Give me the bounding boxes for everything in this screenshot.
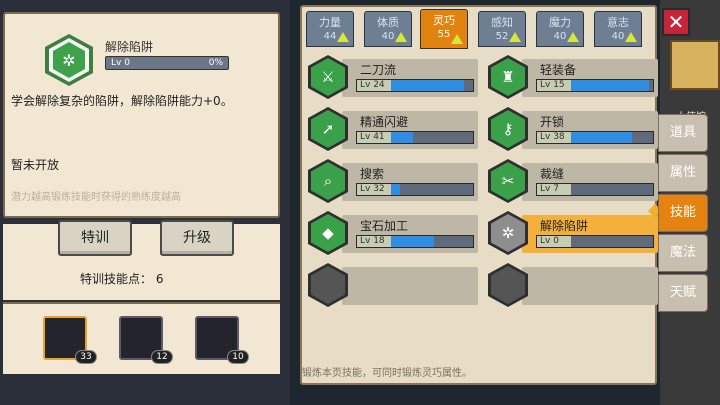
action-area	[3, 224, 280, 300]
skill-item-empty	[488, 263, 658, 307]
skill-progress: Lv 24	[356, 79, 474, 92]
skill-item[interactable]: ⌕ 搜索 Lv 32	[308, 159, 478, 203]
skill-list-panel: 力量 44 体质 40 灵巧 55 感知 52 魔力 40 意志 40 ⚔ 二刀…	[300, 5, 658, 385]
skill-progress: Lv 41	[356, 131, 474, 144]
skill-level: Lv 24	[357, 80, 391, 91]
skill-progress: Lv 0	[536, 235, 654, 248]
skill-name: 裁缝	[540, 167, 565, 181]
skill-name: 开锁	[540, 115, 565, 129]
tab-label: 感知	[491, 16, 513, 29]
upgrade-arrow-icon	[451, 34, 463, 44]
skill-detail-description: 学会解除复杂的陷阱，解除陷阱能力+0。	[11, 94, 233, 108]
skill-detail-name: 解除陷阱	[105, 40, 154, 54]
tab-perception[interactable]: 感知 52	[478, 11, 526, 47]
trap-icon: ✲	[45, 34, 93, 86]
skill-name: 解除陷阱	[540, 219, 589, 233]
skill-level: Lv 7	[537, 184, 571, 195]
skill-level: Lv 41	[357, 132, 391, 143]
skill-item[interactable]: ♜ 轻装备 Lv 15	[488, 55, 658, 99]
skill-item[interactable]: ◆ 宝石加工 Lv 18	[308, 211, 478, 255]
skill-level: Lv 32	[357, 184, 391, 195]
skill-item[interactable]: ✂ 裁缝 Lv 7	[488, 159, 658, 203]
skill-detail-progress: Lv 0 0%	[105, 56, 229, 70]
tab-label: 力量	[319, 16, 341, 29]
tab-label: 灵巧	[433, 14, 455, 27]
skill-level: Lv 38	[537, 132, 571, 143]
close-button[interactable]: ✕	[662, 8, 690, 36]
tab-strength[interactable]: 力量 44	[306, 11, 354, 47]
upgrade-arrow-icon	[395, 32, 407, 42]
skill-name: 轻装备	[540, 63, 577, 77]
skill-item[interactable]: ➚ 精通闪避 Lv 41	[308, 107, 478, 151]
skill-progress: Lv 18	[356, 235, 474, 248]
skill-name: 精通闪避	[360, 115, 409, 129]
character-portrait[interactable]: 12	[119, 316, 173, 364]
upgrade-arrow-icon	[509, 32, 521, 42]
skill-name: 二刀流	[360, 63, 397, 77]
side-tab-skills[interactable]: 技能	[658, 194, 708, 232]
footer-tip: 锻炼本页技能，可同时锻炼灵巧属性。	[302, 368, 472, 379]
skill-item[interactable]: ✲ 解除陷阱 Lv 0	[488, 211, 658, 255]
skill-level: Lv 0	[537, 236, 571, 247]
tab-dexterity[interactable]: 灵巧 55	[420, 9, 468, 49]
upgrade-arrow-icon	[625, 32, 637, 42]
side-tab-magic[interactable]: 魔法	[658, 234, 708, 272]
skill-name: 宝石加工	[360, 219, 409, 233]
upgrade-arrow-icon	[567, 32, 579, 42]
upgrade-arrow-icon	[337, 32, 349, 42]
skill-level: Lv 15	[537, 80, 571, 91]
tab-magic[interactable]: 魔力 40	[536, 11, 584, 47]
character-level-badge: 12	[151, 350, 173, 364]
upgrade-button[interactable]: 升级	[160, 220, 234, 256]
skill-detail-status: 暂未开放	[11, 158, 60, 172]
skill-item-empty	[308, 263, 478, 307]
skill-detail-hint: 潜力越高锻炼技能时获得的熟练度越高	[11, 192, 181, 203]
train-button[interactable]: 特训	[58, 220, 132, 256]
character-portrait[interactable]: 10	[195, 316, 249, 364]
skill-progress: Lv 38	[536, 131, 654, 144]
character-portrait[interactable]: 33	[43, 316, 97, 364]
character-level-badge: 10	[227, 350, 249, 364]
side-tab-items[interactable]: 道具	[658, 114, 708, 152]
skill-detail-percent: 0%	[208, 58, 223, 68]
side-tab-talents[interactable]: 天赋	[658, 274, 708, 312]
tab-label: 体质	[377, 16, 399, 29]
character-selector: 33 12 10	[3, 302, 280, 374]
skill-detail-level: Lv 0	[111, 58, 130, 68]
skill-progress: Lv 32	[356, 183, 474, 196]
training-points-label: 特训技能点： 6	[80, 272, 164, 286]
skill-name: 搜索	[360, 167, 385, 181]
tab-label: 意志	[607, 16, 629, 29]
skill-progress: Lv 7	[536, 183, 654, 196]
skill-item[interactable]: ⚷ 开锁 Lv 38	[488, 107, 658, 151]
minimap[interactable]	[670, 40, 720, 90]
side-tab-attributes[interactable]: 属性	[658, 154, 708, 192]
tab-constitution[interactable]: 体质 40	[364, 11, 412, 47]
skill-detail-panel: ✲ 解除陷阱 Lv 0 0% 学会解除复杂的陷阱，解除陷阱能力+0。 暂未开放 …	[3, 12, 280, 218]
character-level-badge: 33	[75, 350, 97, 364]
skill-progress: Lv 15	[536, 79, 654, 92]
skill-item[interactable]: ⚔ 二刀流 Lv 24	[308, 55, 478, 99]
skill-level: Lv 18	[357, 236, 391, 247]
tab-willpower[interactable]: 意志 40	[594, 11, 642, 47]
tab-label: 魔力	[549, 16, 571, 29]
